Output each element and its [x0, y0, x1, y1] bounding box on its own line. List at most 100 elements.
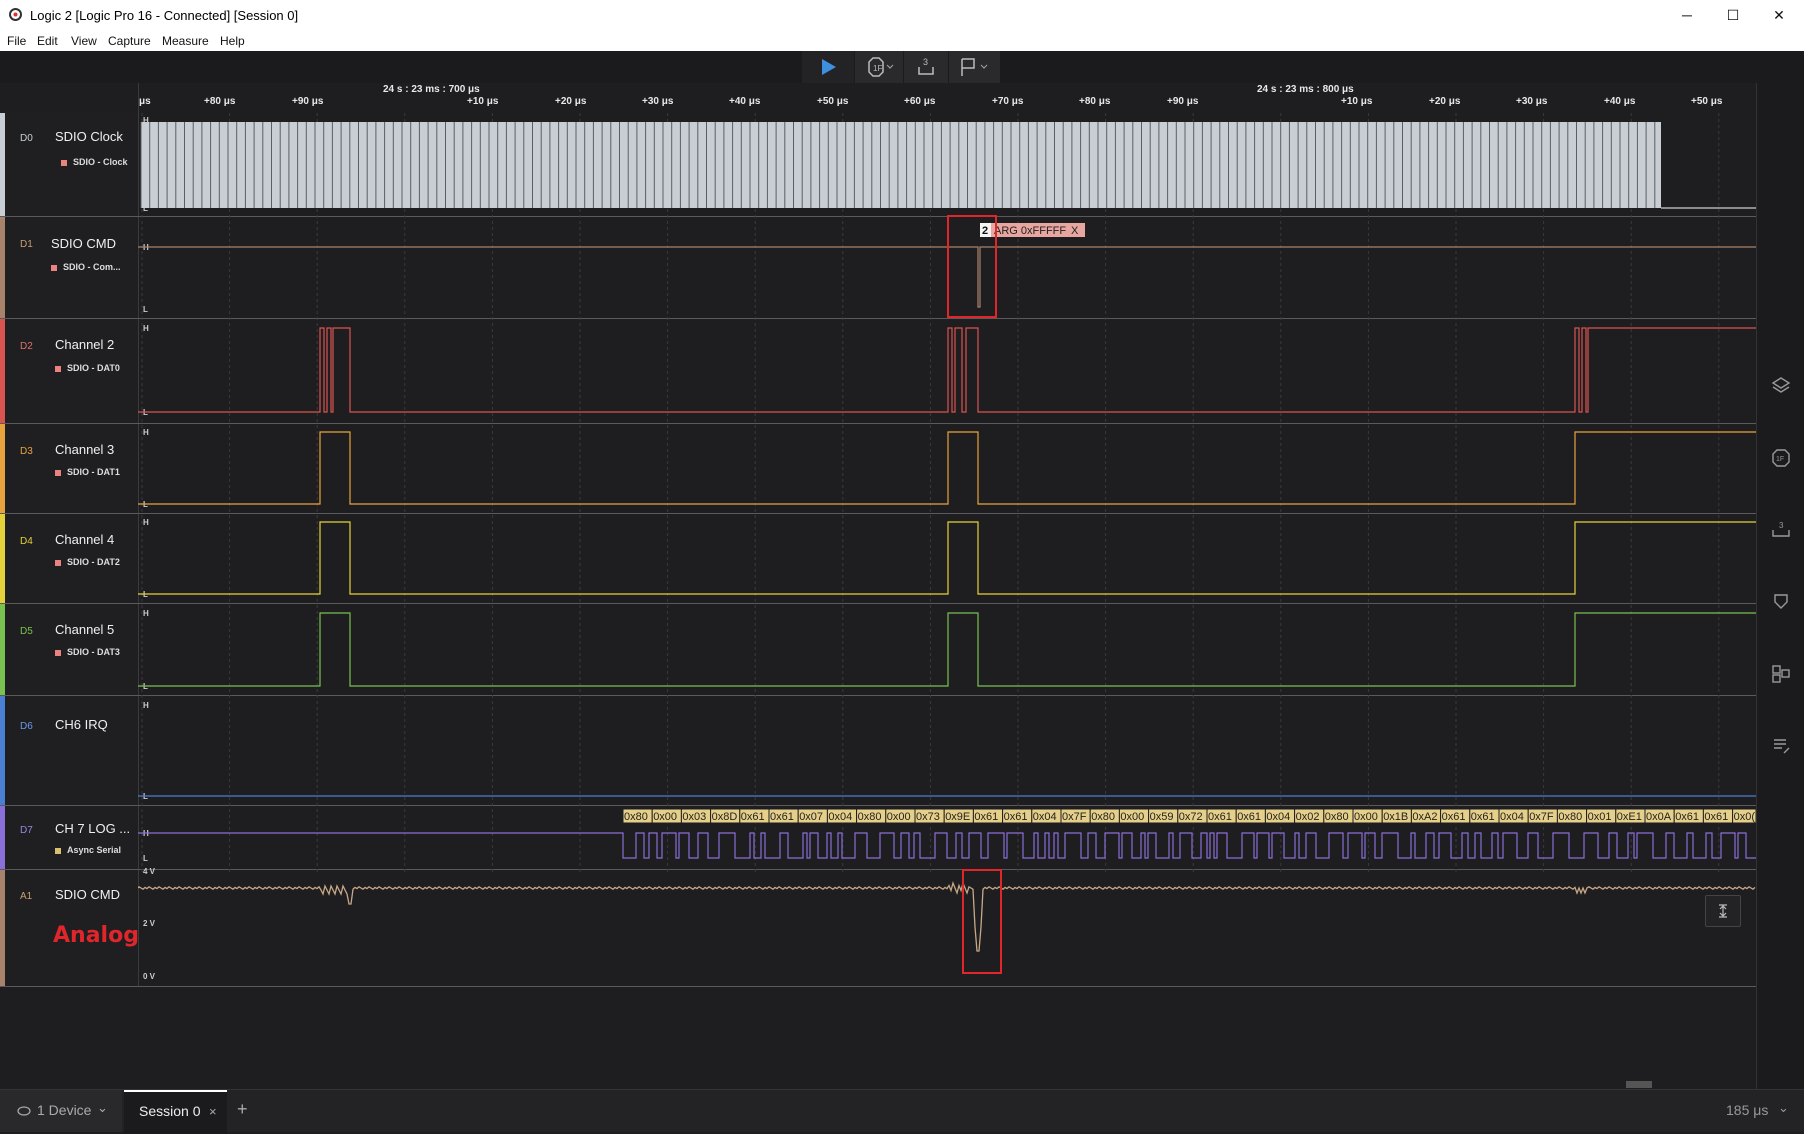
menu-edit[interactable]: Edit	[37, 34, 58, 48]
ruler-tick: +10 μs	[467, 96, 499, 107]
ruler-tick: +10 μs	[1341, 96, 1373, 107]
menu-help[interactable]: Help	[220, 34, 245, 48]
serial-byte-value: 0x04	[1266, 811, 1290, 823]
channel-label-area[interactable]: D5 Channel 5 SDIO - DAT3	[5, 604, 139, 695]
serial-byte-value: 0x59	[1150, 811, 1174, 823]
channel-name: Channel 5	[55, 622, 115, 637]
right-sidebar: 1F 3	[1756, 83, 1804, 1089]
analog-scale-2v: 2 V	[143, 919, 156, 928]
channel-id: D1	[20, 239, 33, 250]
device-tab[interactable]: 1 Device ⌄	[0, 1090, 122, 1132]
analyzer-icon[interactable]: 1F	[1771, 448, 1791, 468]
serial-byte-value: 0xE1	[1617, 811, 1642, 823]
menu-bar: File Edit View Capture Measure Help	[0, 31, 1804, 52]
analyzer-label[interactable]: SDIO - DAT1	[55, 467, 120, 477]
analyzer-dot-icon	[61, 159, 67, 166]
analyzer-dot-icon	[55, 649, 61, 656]
serial-byte-value: 0x1B	[1383, 811, 1408, 823]
serial-byte-value: 0x8D	[712, 811, 738, 823]
serial-byte-value: 0x80	[1091, 811, 1115, 823]
channel-id: D7	[20, 825, 33, 836]
ruler-tick: +70 μs	[992, 96, 1024, 107]
menu-capture[interactable]: Capture	[108, 34, 151, 48]
waveform-d4	[138, 521, 1756, 595]
menu-file[interactable]: File	[7, 34, 26, 48]
serial-byte-value: 0x03	[682, 811, 706, 823]
serial-byte-value: 0x07	[799, 811, 823, 823]
channel-id: D6	[20, 721, 33, 732]
analyzer-label[interactable]: Async Serial	[55, 845, 121, 855]
zoom-level[interactable]: 185 μs	[1726, 1102, 1768, 1118]
serial-byte-value: 0x9E	[945, 811, 970, 823]
menu-view[interactable]: View	[71, 34, 97, 48]
serial-byte-value: 0x61	[1471, 811, 1495, 823]
channel-label-area[interactable]: D2 Channel 2 SDIO - DAT0	[5, 319, 139, 423]
analyzer-label[interactable]: SDIO - DAT3	[55, 647, 120, 657]
horizontal-scroll-thumb[interactable]	[1626, 1081, 1652, 1088]
channel-id: D4	[20, 536, 33, 547]
analyzer-name: SDIO - DAT3	[67, 647, 120, 657]
ruler-tick: +20 μs	[1429, 96, 1461, 107]
level-low-label: L	[143, 854, 148, 863]
start-capture-button[interactable]	[802, 51, 855, 83]
serial-byte-value: 0x0(	[1734, 811, 1756, 823]
waveform-d2	[138, 327, 1756, 413]
clock-burst	[141, 122, 1661, 208]
analyzers-dropdown[interactable]: 1F	[855, 51, 904, 83]
extensions-icon[interactable]	[1771, 664, 1791, 684]
serial-byte-value: 0x72	[1179, 811, 1203, 823]
analog-scale-4v: 4 V	[143, 867, 156, 876]
session-tab-label: Session 0	[139, 1103, 201, 1119]
channel-name: SDIO CMD	[51, 236, 116, 251]
channel-label-area[interactable]: D7 CH 7 LOG ... Async Serial	[5, 806, 139, 869]
analog-autoscale-button[interactable]	[1705, 895, 1741, 927]
analyzer-label[interactable]: SDIO - Com...	[51, 262, 121, 272]
channel-label-area[interactable]: D3 Channel 3 SDIO - DAT1	[5, 424, 139, 513]
waveform-canvas[interactable]: HLHLHLHLHLHLHLHL 2 ARG 0xFFFFF X 0x80 0x0…	[138, 113, 1756, 1019]
channel-name: SDIO CMD	[55, 887, 120, 902]
serial-byte-value: 0x80	[624, 811, 648, 823]
analyzer-label[interactable]: SDIO - DAT2	[55, 557, 120, 567]
channel-label-area[interactable]: D4 Channel 4 SDIO - DAT2	[5, 514, 139, 603]
menu-measure[interactable]: Measure	[162, 34, 209, 48]
ruler-tick: +40 μs	[729, 96, 761, 107]
channel-label-area[interactable]: D6 CH6 IRQ	[5, 696, 139, 805]
channel-id: D2	[20, 341, 33, 352]
level-high-label: H	[143, 428, 149, 437]
minimize-button[interactable]: ─	[1672, 5, 1702, 25]
svg-text:3: 3	[1779, 521, 1784, 530]
svg-text:1F: 1F	[1776, 456, 1784, 463]
layers-icon[interactable]	[1771, 375, 1791, 395]
close-button[interactable]: ✕	[1764, 5, 1794, 25]
close-tab-icon[interactable]: ×	[209, 1104, 217, 1119]
serial-byte-value: 0x80	[1325, 811, 1349, 823]
notes-icon[interactable]	[1771, 736, 1791, 756]
channel-id: D3	[20, 446, 33, 457]
serial-byte-value: 0x61	[1004, 811, 1028, 823]
highlight-box-analog	[962, 869, 1002, 974]
play-icon	[822, 59, 836, 75]
serial-byte-value: 0x7F	[1062, 811, 1087, 823]
time-ruler[interactable]: 24 s : 23 ms : 700 μs 24 s : 23 ms : 800…	[0, 83, 1756, 114]
channel-label-area[interactable]: D1 SDIO CMD SDIO - Com...	[5, 217, 139, 318]
analog-annotation-label: Analog	[53, 923, 139, 948]
timing-marker-icon[interactable]: 3	[1771, 520, 1791, 540]
analyzer-dot-icon	[55, 847, 61, 854]
grid-lines	[141, 113, 1720, 873]
channel-label-area[interactable]: D0 SDIO Clock SDIO - Clock	[5, 113, 139, 216]
analyzer-label[interactable]: SDIO - Clock	[61, 157, 128, 167]
waveform-d3	[138, 431, 1756, 505]
annotation-icon[interactable]	[1771, 592, 1791, 612]
add-session-button[interactable]: +	[237, 1099, 248, 1120]
analyzer-dot-icon	[55, 469, 61, 476]
maximize-button[interactable]: ☐	[1718, 5, 1748, 25]
serial-byte-value: 0xA2	[1412, 811, 1437, 823]
analyzer-label[interactable]: SDIO - DAT0	[55, 363, 120, 373]
analyzer-dot-icon	[51, 264, 57, 271]
timing-marker-icon: 3	[918, 57, 934, 75]
tab-session-0[interactable]: Session 0 ×	[124, 1090, 227, 1134]
chevron-down-icon[interactable]: ⌄	[1778, 1100, 1789, 1116]
markers-dropdown[interactable]	[949, 51, 1000, 83]
timing-marker-button[interactable]: 3	[904, 51, 949, 83]
ruler-tick: +30 μs	[642, 96, 674, 107]
